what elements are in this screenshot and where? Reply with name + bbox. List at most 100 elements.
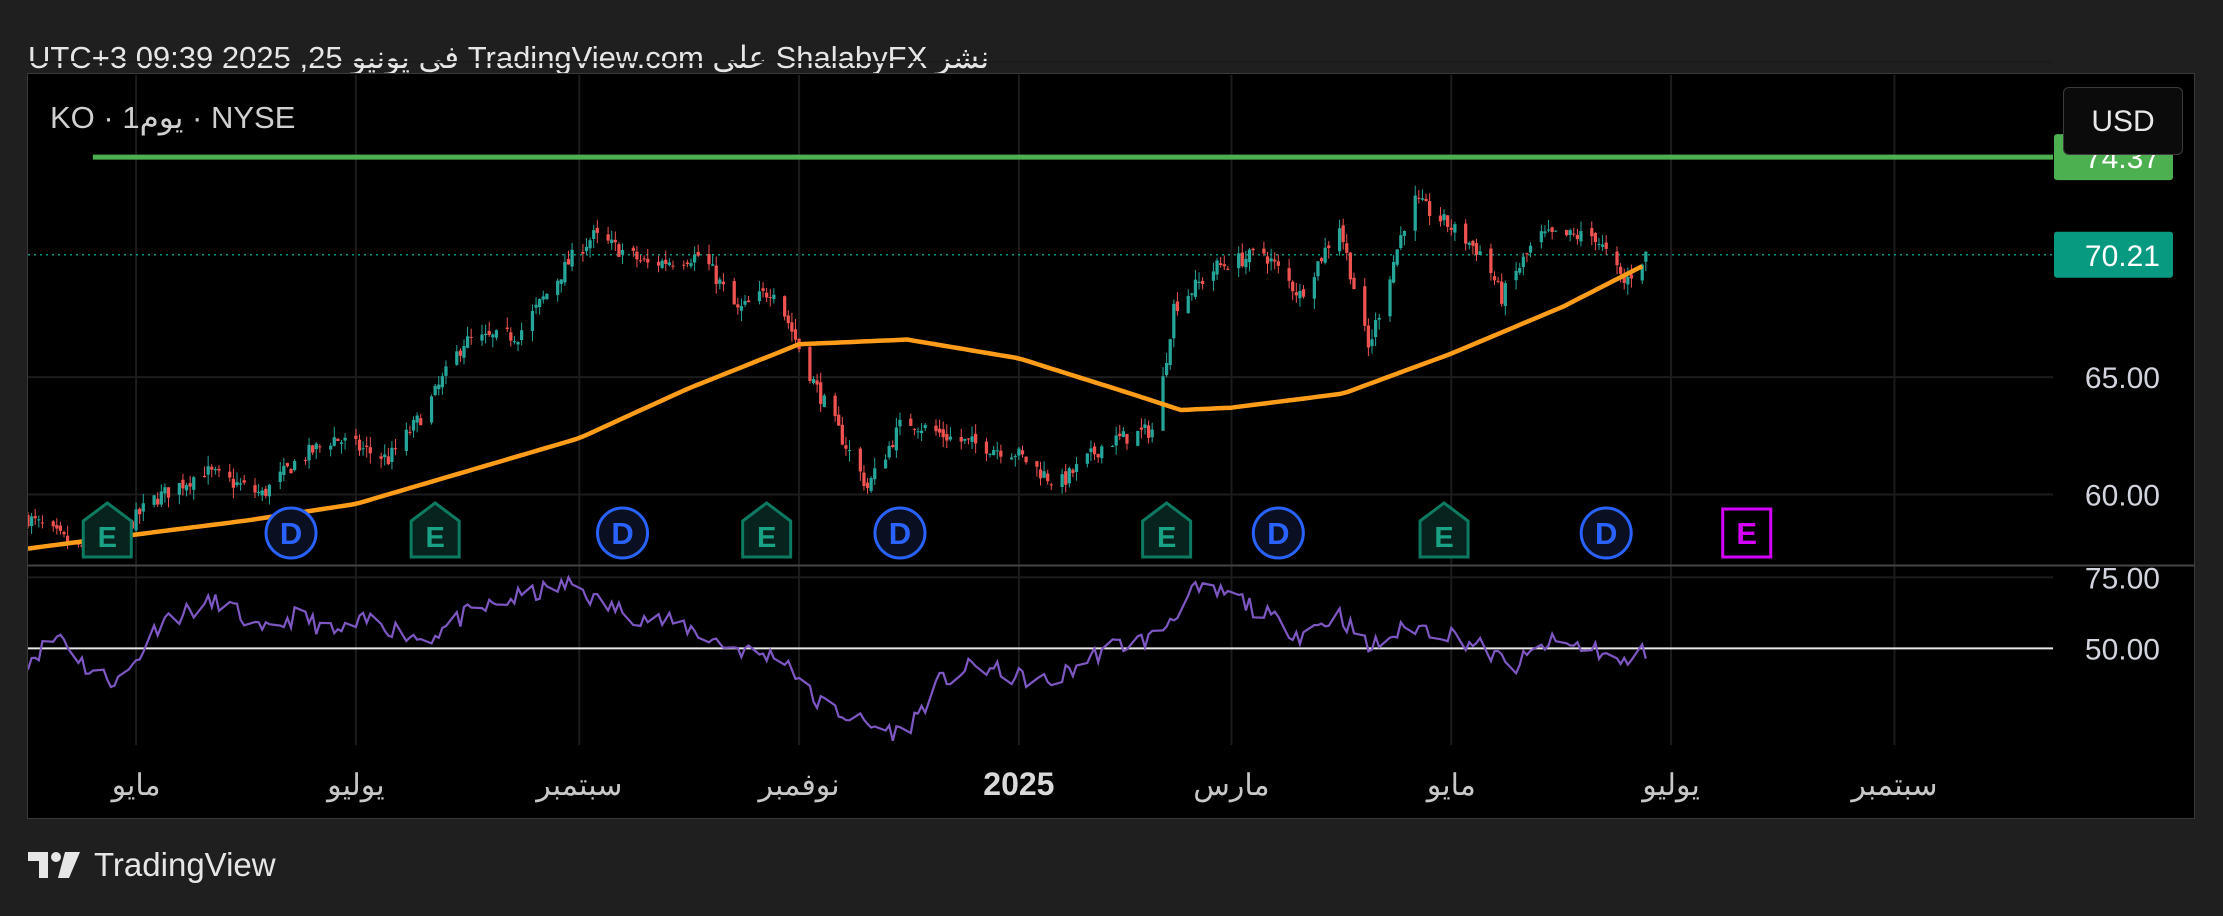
candle-body — [988, 453, 992, 455]
candle-body — [181, 479, 185, 489]
candle-body — [865, 482, 870, 489]
candle — [1316, 260, 1320, 281]
candle-body — [1442, 214, 1446, 221]
candle-body — [264, 488, 268, 496]
dividend-icon[interactable]: D — [596, 506, 650, 560]
candle — [833, 392, 837, 422]
candle-body — [1287, 268, 1291, 281]
candle-body — [1316, 261, 1320, 277]
candle — [581, 244, 585, 262]
candle — [1143, 418, 1147, 435]
candle — [1391, 254, 1396, 284]
candle-body — [303, 459, 308, 461]
candle — [761, 282, 765, 298]
candle — [1276, 254, 1280, 274]
candle-body — [1478, 251, 1482, 255]
candle-body — [311, 445, 315, 453]
candle — [862, 465, 866, 491]
candle-body — [293, 461, 297, 471]
candle — [458, 348, 463, 362]
candle-body — [1143, 424, 1147, 429]
candle-body — [354, 435, 358, 440]
candle-body — [667, 262, 671, 266]
candle — [361, 441, 365, 456]
candle-body — [1525, 253, 1529, 255]
candle — [1348, 252, 1352, 285]
candle — [1197, 272, 1201, 290]
candle — [1453, 221, 1457, 242]
candle-body — [390, 447, 394, 463]
candle — [1377, 313, 1381, 330]
candle — [909, 413, 913, 426]
candle-body — [934, 425, 938, 432]
candle-body — [545, 293, 549, 300]
earnings-icon[interactable]: E — [1141, 501, 1193, 559]
footer-brand[interactable]: TradingView — [28, 846, 276, 884]
candle — [1604, 235, 1608, 256]
candle — [1337, 219, 1342, 256]
candle — [386, 447, 390, 466]
candle — [419, 413, 423, 426]
earnings-icon[interactable]: E — [409, 501, 461, 559]
candle — [1428, 193, 1432, 226]
candle-body — [202, 475, 207, 478]
candle-body — [217, 468, 221, 471]
candle-body — [1042, 471, 1046, 478]
candle — [1388, 276, 1392, 322]
candle-body — [606, 234, 610, 241]
candle — [1615, 246, 1619, 275]
earnings-icon[interactable]: E — [1418, 501, 1470, 559]
candle — [1579, 221, 1583, 247]
currency-button[interactable]: USD — [2063, 87, 2183, 155]
candle — [837, 406, 841, 426]
candle — [563, 253, 567, 286]
dividend-icon[interactable]: D — [873, 506, 927, 560]
dividend-icon[interactable]: D — [1251, 506, 1305, 560]
candle-body — [1211, 271, 1216, 281]
candle-body — [646, 258, 650, 263]
candle — [437, 376, 441, 396]
candle — [1038, 461, 1043, 486]
time-axis-label: مايو — [110, 769, 161, 803]
candle — [610, 230, 614, 250]
candle-body — [631, 247, 635, 251]
candle-body — [966, 438, 971, 440]
candle — [941, 421, 945, 448]
candle — [1222, 255, 1226, 271]
candle — [1572, 227, 1576, 237]
candle-body — [1035, 461, 1039, 467]
dividend-icon[interactable]: D — [264, 506, 318, 560]
upcoming-earnings-icon[interactable]: E — [1721, 507, 1773, 559]
candle — [858, 446, 862, 481]
chart-canvas[interactable]: E D E D E D E D E D E60.0065.0075.0050.0074.3770.2… — [0, 0, 2223, 916]
candle-body — [642, 258, 646, 260]
candle-body — [393, 448, 398, 450]
candle-body — [166, 487, 171, 498]
candle — [656, 255, 661, 273]
dividend-icon[interactable]: D — [1579, 506, 1633, 560]
candle-body — [383, 454, 387, 458]
candle — [1164, 352, 1169, 378]
candle-body — [1554, 230, 1558, 232]
candle-body — [747, 300, 751, 303]
candle-body — [1262, 248, 1266, 254]
candle-body — [1604, 242, 1608, 249]
candle — [584, 238, 589, 255]
candle-body — [1172, 303, 1176, 339]
earnings-icon[interactable]: E — [741, 501, 793, 559]
candle — [1291, 280, 1295, 301]
candle-body — [1528, 245, 1533, 253]
candle-body — [379, 456, 383, 459]
candle-body — [1301, 289, 1306, 297]
candle-body — [231, 478, 236, 488]
candle-body — [1489, 248, 1493, 273]
candle-body — [793, 329, 798, 340]
candle — [718, 276, 722, 290]
candle-body — [1327, 245, 1331, 249]
candle — [1125, 433, 1129, 450]
earnings-icon[interactable]: E — [81, 501, 133, 559]
candle — [37, 515, 41, 528]
candle — [646, 248, 650, 269]
candle-body — [790, 322, 794, 332]
candle-body — [1352, 277, 1356, 290]
